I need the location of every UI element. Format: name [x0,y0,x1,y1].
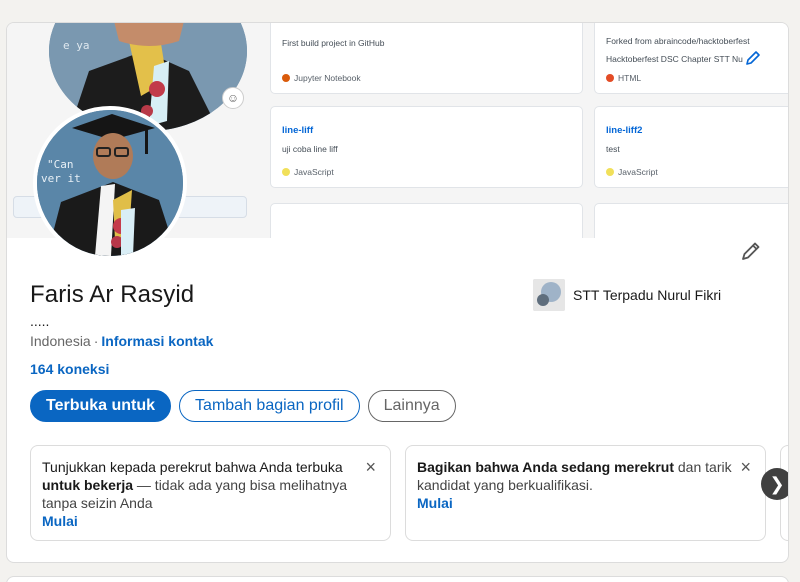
start-link[interactable]: Mulai [417,494,735,512]
connections-link[interactable]: 164 koneksi [30,361,109,377]
repo-description: First build project in GitHub [282,38,385,48]
promo-card-hiring[interactable]: Bagikan bahwa Anda sedang merekrut dan t… [405,445,766,541]
pencil-icon[interactable] [745,50,761,66]
pencil-icon[interactable] [740,240,762,262]
repo-language-label: Jupyter Notebook [294,73,361,83]
language-dot-icon [282,168,290,176]
profile-photo-text-2: ver it [41,172,81,185]
location-row: Indonesia · Informasi kontak [30,333,213,349]
separator: · [93,333,99,349]
repo-card[interactable]: line-liff2 test JavaScript [594,106,788,188]
location: Indonesia [30,333,91,349]
repo-title[interactable]: line-liff [282,125,571,136]
promo-card-open-to-work[interactable]: Tunjukkan kepada perekrut bahwa Anda ter… [30,445,391,541]
profile-photo-text: "Can [47,158,74,171]
repo-language: Jupyter Notebook [282,73,361,83]
promo-text-bold: Bagikan bahwa Anda sedang merekrut [417,459,674,475]
open-to-button[interactable]: Terbuka untuk [30,390,172,422]
repo-language: JavaScript [282,167,334,177]
close-icon[interactable]: × [740,458,751,476]
repo-language: JavaScript [606,167,658,177]
repo-language: HTML [606,73,641,83]
start-link[interactable]: Mulai [42,512,360,530]
close-icon[interactable]: × [365,458,376,476]
language-dot-icon [606,168,614,176]
profile-card: First build project in GitHub Jupyter No… [6,22,789,563]
language-dot-icon [606,74,614,82]
repo-description: uji coba line liff [282,144,338,154]
repo-title[interactable]: line-liff2 [606,125,782,136]
profile-photo[interactable]: "Can ver it [33,106,187,260]
school-name: STT Terpadu Nurul Fikri [573,287,722,303]
profile-actions: Terbuka untuk Tambah bagian profil Lainn… [30,390,456,422]
repo-language-label: JavaScript [618,167,658,177]
education-item[interactable]: STT Terpadu Nurul Fikri [533,279,721,311]
promo-text-bold: untuk bekerja [42,477,134,493]
repo-description: Forked from abraincode/hacktoberfest [606,36,750,46]
contact-info-link[interactable]: Informasi kontak [101,333,213,349]
language-dot-icon [282,74,290,82]
profile-headline: ..... [30,313,50,329]
repo-card[interactable] [270,203,583,238]
repo-language-label: HTML [618,73,642,83]
school-logo-icon [533,279,565,311]
more-button[interactable]: Lainnya [367,390,456,422]
repo-card[interactable] [594,203,788,238]
repo-description: test [606,144,620,154]
repo-card[interactable]: line-liff uji coba line liff JavaScript [270,106,583,188]
banner-photo-text: e ya [63,39,90,52]
profile-photo-image: "Can ver it [37,110,183,256]
promo-text: Tunjukkan kepada perekrut bahwa Anda ter… [42,459,343,475]
repo-card[interactable]: First build project in GitHub Jupyter No… [270,23,583,94]
emoji-icon[interactable]: ☺ [222,87,244,109]
repo-language-label: JavaScript [294,167,334,177]
add-profile-section-button[interactable]: Tambah bagian profil [179,390,360,422]
chevron-right-icon[interactable]: ❯ [761,468,788,500]
profile-name: Faris Ar Rasyid [30,281,195,308]
next-section-card [6,576,789,582]
